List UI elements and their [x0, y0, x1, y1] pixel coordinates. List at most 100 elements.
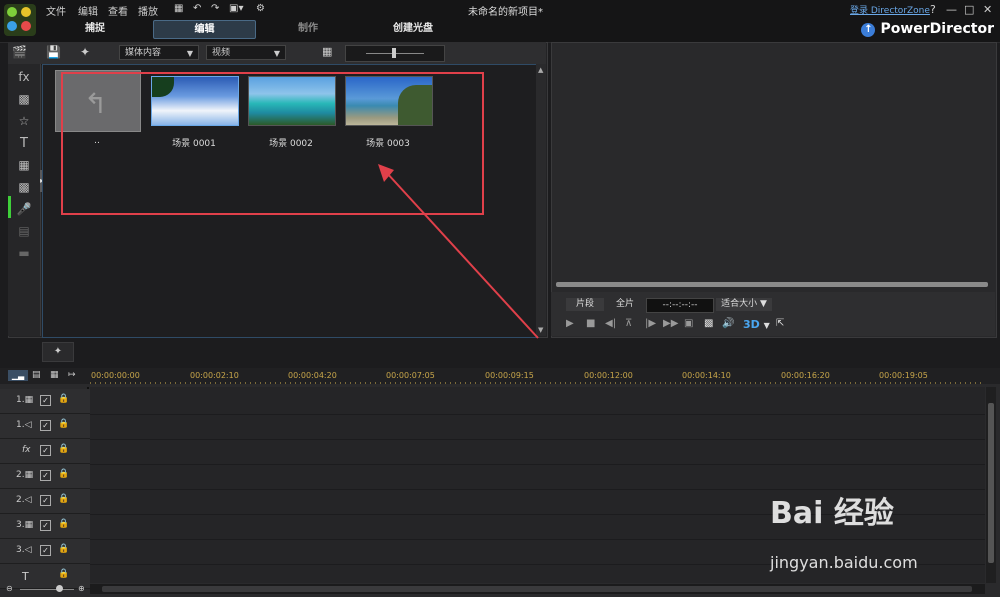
- scroll-up-icon[interactable]: ▲: [538, 66, 543, 74]
- watermark-url: jingyan.baidu.com: [770, 553, 918, 572]
- track-divider: [90, 414, 985, 415]
- storyboard-view-icon[interactable]: ▤: [32, 370, 41, 380]
- import-media-icon[interactable]: 💾: [46, 45, 61, 59]
- ruler-tick: 00:00:02:10: [190, 371, 239, 380]
- track-label: 2.◁: [16, 495, 32, 505]
- track-enable-checkbox[interactable]: ✓: [40, 545, 51, 556]
- 3d-mode-button[interactable]: 3D ▼: [743, 318, 770, 331]
- track-enable-checkbox[interactable]: ✓: [40, 420, 51, 431]
- ruler-tick: 00:00:04:20: [288, 371, 337, 380]
- track-header-video-1: 1.▦ ✓ 🔒: [0, 389, 90, 414]
- ruler-minor-ticks: [90, 382, 985, 384]
- timeline-view-icon[interactable]: ▁▃: [8, 370, 28, 381]
- previous-frame-icon[interactable]: ◀|: [605, 318, 616, 329]
- redo-icon[interactable]: ↷: [211, 3, 219, 14]
- tab-edit[interactable]: 编辑: [153, 20, 256, 39]
- menu-play[interactable]: 播放: [138, 3, 158, 18]
- track-label: fx: [22, 445, 31, 455]
- voice-record-icon[interactable]: 🎤: [8, 202, 40, 216]
- particle-room-icon[interactable]: ☆: [8, 114, 40, 128]
- undo-icon[interactable]: ↶: [193, 3, 201, 14]
- track-header-audio-2: 2.◁ ✓ 🔒: [0, 489, 90, 514]
- audio-mix-room-icon[interactable]: ▩: [8, 180, 40, 194]
- help-icon[interactable]: ?: [930, 3, 936, 16]
- timeline-vertical-scrollbar[interactable]: [986, 387, 996, 583]
- mark-in-icon[interactable]: ⊼: [625, 318, 632, 329]
- login-link[interactable]: 登录 DirectorZone: [850, 3, 930, 16]
- lock-icon[interactable]: 🔒: [58, 419, 69, 429]
- next-frame-icon[interactable]: |▶: [645, 318, 656, 329]
- settings-icon[interactable]: ⚙: [256, 3, 265, 14]
- zoom-fit-dropdown[interactable]: 适合大小 ▼: [716, 298, 772, 311]
- tab-create-disc[interactable]: 创建光盘: [376, 20, 450, 37]
- zoom-out-icon[interactable]: ⊖: [6, 584, 13, 593]
- clip-mode-button[interactable]: 片段: [566, 298, 604, 311]
- pip-room-icon[interactable]: ▩: [8, 92, 40, 106]
- track-label: 3.◁: [16, 545, 32, 555]
- thumbnail-size-slider[interactable]: [345, 45, 445, 62]
- fit-timeline-icon[interactable]: ↦: [68, 370, 76, 380]
- track-enable-checkbox[interactable]: ✓: [40, 520, 51, 531]
- magic-tools-button[interactable]: ✦: [42, 342, 74, 362]
- display-mode-icon[interactable]: ▣▾: [229, 3, 243, 14]
- ruler-tick: 00:00:07:05: [386, 371, 435, 380]
- ruler-tick: 00:00:12:00: [584, 371, 633, 380]
- chevron-down-icon: ▼: [186, 49, 193, 58]
- lock-icon[interactable]: 🔒: [58, 544, 69, 554]
- ruler-tick: 00:00:00:00: [91, 371, 140, 380]
- annotation-arrow: [378, 164, 539, 339]
- fast-forward-icon[interactable]: ▶▶: [663, 318, 678, 329]
- lock-icon[interactable]: 🔒: [58, 494, 69, 504]
- 3d-mode-label: 3D: [743, 318, 760, 331]
- lock-icon[interactable]: 🔒: [58, 569, 69, 579]
- effects-room-icon[interactable]: fx: [8, 70, 40, 84]
- lock-icon[interactable]: 🔒: [58, 444, 69, 454]
- minimize-icon[interactable]: —: [946, 3, 957, 16]
- lock-icon[interactable]: 🔒: [58, 469, 69, 479]
- media-filter-value: 视频: [212, 48, 231, 58]
- media-content-dropdown[interactable]: 媒体内容 ▼: [119, 45, 199, 60]
- snapshot-icon[interactable]: ▣: [684, 318, 693, 329]
- tab-produce[interactable]: 制作: [280, 20, 336, 37]
- close-icon[interactable]: ✕: [983, 3, 992, 16]
- lock-icon[interactable]: 🔒: [58, 394, 69, 404]
- grid-view-icon[interactable]: ▦: [322, 45, 332, 58]
- track-enable-checkbox[interactable]: ✓: [40, 445, 51, 456]
- track-enable-checkbox[interactable]: ✓: [40, 495, 51, 506]
- track-divider: [90, 464, 985, 465]
- timeline-horizontal-scrollbar[interactable]: [90, 584, 985, 594]
- tab-capture[interactable]: 捕捉: [60, 20, 130, 37]
- zoom-in-icon[interactable]: ⊕: [78, 584, 85, 593]
- track-enable-checkbox[interactable]: ✓: [40, 395, 51, 406]
- maximize-icon[interactable]: □: [964, 3, 974, 16]
- media-room-icon[interactable]: 🎬: [12, 45, 27, 59]
- menu-file[interactable]: 文件: [46, 3, 66, 18]
- track-header-video-3: 3.▦ ✓ 🔒: [0, 514, 90, 539]
- timecode-display[interactable]: --:--:--:--: [646, 298, 714, 313]
- volume-icon[interactable]: 🔊: [722, 318, 734, 329]
- timeline-zoom-slider[interactable]: ⊖ ⊕: [6, 584, 88, 594]
- play-icon[interactable]: ▶: [566, 318, 574, 329]
- track-manager-icon[interactable]: ▦: [50, 370, 59, 380]
- transition-room-icon[interactable]: ▦: [8, 158, 40, 172]
- chevron-down-icon: ▼: [273, 49, 280, 58]
- track-enable-checkbox[interactable]: ✓: [40, 470, 51, 481]
- preview-scrubber[interactable]: [556, 282, 988, 287]
- track-header-audio-3: 3.◁ ✓ 🔒: [0, 539, 90, 564]
- menu-view[interactable]: 查看: [108, 3, 128, 18]
- movie-mode-button[interactable]: 全片: [606, 298, 644, 311]
- menu-edit[interactable]: 编辑: [78, 3, 98, 18]
- subtitle-room-icon[interactable]: ▬: [8, 246, 40, 260]
- media-filter-dropdown[interactable]: 视频 ▼: [206, 45, 286, 60]
- dual-display-icon[interactable]: ▩: [704, 318, 713, 329]
- plugins-icon[interactable]: ✦: [80, 45, 90, 59]
- lock-icon[interactable]: 🔒: [58, 519, 69, 529]
- title-room-icon[interactable]: T: [8, 136, 40, 151]
- chapter-room-icon[interactable]: ▤: [8, 224, 40, 238]
- stop-icon[interactable]: ■: [586, 318, 595, 329]
- brand-logo: ↑ PowerDirector: [861, 21, 994, 37]
- undock-preview-icon[interactable]: ⇱: [776, 318, 784, 329]
- track-label: 2.▦: [16, 470, 34, 480]
- save-icon[interactable]: ▦: [174, 3, 183, 14]
- upgrade-arrow-icon: ↑: [861, 23, 876, 37]
